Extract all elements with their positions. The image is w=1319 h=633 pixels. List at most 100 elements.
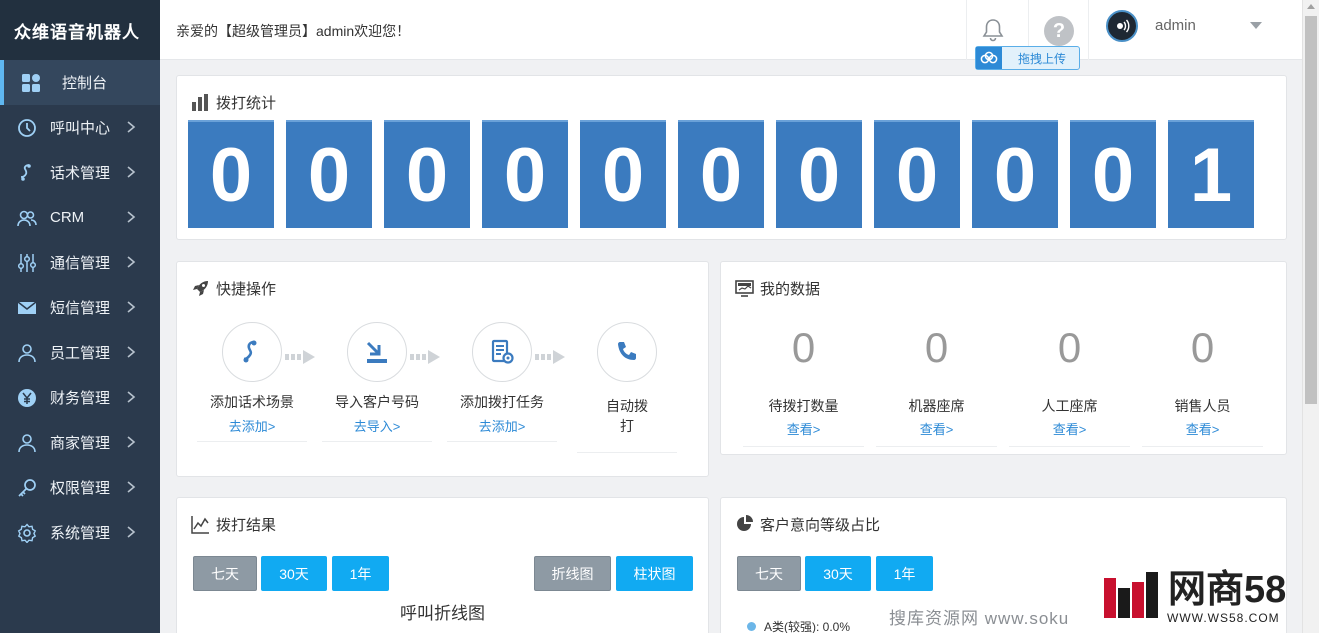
page-scrollbar[interactable] bbox=[1302, 0, 1319, 633]
chevron-right-icon bbox=[127, 166, 136, 178]
scroll-up-arrow[interactable] bbox=[1307, 4, 1315, 9]
sidebar-item-label: 系统管理 bbox=[50, 525, 111, 542]
add-script-link[interactable]: 去添加> bbox=[197, 416, 307, 435]
panel-title: 客户意向等级占比 bbox=[735, 514, 880, 535]
watermark-name: 网商58 bbox=[1168, 569, 1287, 611]
chevron-right-icon bbox=[127, 436, 136, 448]
data-label: 机器座席 bbox=[908, 398, 965, 414]
sidebar-item-communication[interactable]: 通信管理 bbox=[0, 240, 160, 285]
chevron-right-icon bbox=[127, 301, 136, 313]
upload-label: 拖拽上传 bbox=[1018, 51, 1067, 66]
data-sales-staff: 0 销售人员 查看> bbox=[1136, 324, 1269, 447]
counter-digit: 0 bbox=[776, 120, 862, 228]
range-30days-button[interactable]: 30天 bbox=[805, 556, 871, 591]
sidebar-item-system[interactable]: 系统管理 bbox=[0, 510, 160, 555]
legend-item: A类(较强): 0.0% bbox=[747, 618, 850, 633]
view-link[interactable]: 查看> bbox=[1003, 419, 1136, 438]
pie-chart-icon bbox=[737, 515, 753, 531]
line-chart-button[interactable]: 折线图 bbox=[534, 556, 611, 591]
quick-step-label: 添加拨打任务 bbox=[460, 394, 544, 410]
view-link[interactable]: 查看> bbox=[737, 419, 870, 438]
username[interactable]: admin bbox=[1155, 17, 1196, 34]
sidebar-item-merchants[interactable]: 商家管理 bbox=[0, 420, 160, 465]
drag-upload-button[interactable]: 拖拽上传 bbox=[975, 46, 1080, 70]
data-human-seats: 0 人工座席 查看> bbox=[1003, 324, 1136, 447]
monitor-icon bbox=[735, 280, 754, 297]
data-value: 0 bbox=[791, 324, 816, 371]
sidebar-item-permissions[interactable]: 权限管理 bbox=[0, 465, 160, 510]
chevron-down-icon[interactable] bbox=[1250, 22, 1262, 29]
legend-dot bbox=[747, 622, 756, 631]
quick-step-add-script[interactable]: 添加话术场景 去添加> bbox=[197, 322, 307, 442]
panel-title: 拨打统计 bbox=[191, 92, 276, 113]
range-30days-button[interactable]: 30天 bbox=[261, 556, 327, 591]
watermark-text: 搜库资源网 www.soku bbox=[889, 609, 1070, 628]
add-task-link[interactable]: 去添加> bbox=[447, 416, 557, 435]
sidebar-item-dashboard[interactable]: 控制台 bbox=[0, 60, 160, 105]
sidebar-item-sms[interactable]: 短信管理 bbox=[0, 285, 160, 330]
data-label: 销售人员 bbox=[1174, 398, 1231, 414]
quick-step-label: 导入客户号码 bbox=[335, 394, 419, 410]
bar-chart-button[interactable]: 柱状图 bbox=[616, 556, 693, 591]
view-link[interactable]: 查看> bbox=[870, 419, 1003, 438]
counter-digit: 0 bbox=[286, 120, 372, 228]
avatar[interactable] bbox=[1106, 10, 1138, 42]
counter-digit: 0 bbox=[1070, 120, 1156, 228]
counter-digit: 0 bbox=[188, 120, 274, 228]
sidebar-item-finance[interactable]: 财务管理 bbox=[0, 375, 160, 420]
chevron-right-icon bbox=[127, 346, 136, 358]
logo-blocks-icon bbox=[1104, 572, 1158, 618]
quick-step-add-task[interactable]: 添加拨打任务 去添加> bbox=[447, 322, 557, 442]
dial-results-panel: 拨打结果 七天 30天 1年 折线图 柱状图 呼叫折线图 bbox=[176, 497, 709, 633]
divider bbox=[1142, 446, 1263, 447]
legend-label: A类(较强): 0.0% bbox=[764, 620, 851, 633]
sidebar-item-label: 话术管理 bbox=[50, 165, 111, 182]
quick-title: 快捷操作 bbox=[216, 281, 277, 298]
data-value: 0 bbox=[1190, 324, 1215, 371]
data-pending-calls: 0 待拨打数量 查看> bbox=[737, 324, 870, 447]
scroll-thumb[interactable] bbox=[1305, 16, 1317, 404]
range-7days-button[interactable]: 七天 bbox=[193, 556, 257, 591]
data-value: 0 bbox=[1057, 324, 1082, 371]
sidebar-item-label: 短信管理 bbox=[50, 300, 111, 317]
dial-stats-panel: 拨打统计 0 0 0 0 0 0 0 0 0 0 1 bbox=[176, 75, 1287, 240]
data-label: 人工座席 bbox=[1041, 398, 1098, 414]
range-1year-button[interactable]: 1年 bbox=[876, 556, 933, 591]
key-icon bbox=[16, 477, 38, 499]
range-7days-button[interactable]: 七天 bbox=[737, 556, 801, 591]
voice-icon bbox=[1117, 19, 1130, 33]
quick-step-import-numbers[interactable]: 导入客户号码 去导入> bbox=[322, 322, 432, 442]
bell-icon[interactable] bbox=[982, 18, 1004, 42]
counter-digit: 0 bbox=[874, 120, 960, 228]
sidebar-item-crm[interactable]: CRM bbox=[0, 195, 160, 240]
quick-step-auto-dial[interactable]: 自动拨打 bbox=[577, 322, 677, 453]
sliders-icon bbox=[16, 252, 38, 274]
users-icon bbox=[16, 207, 38, 229]
sidebar: 众维语音机器人 控制台 呼叫中心 话术管理 CRM 通信管理 短信管理 员工管理… bbox=[0, 0, 160, 633]
chevron-right-icon bbox=[127, 526, 136, 538]
header-divider bbox=[966, 0, 967, 60]
range-1year-button[interactable]: 1年 bbox=[332, 556, 389, 591]
view-link[interactable]: 查看> bbox=[1136, 419, 1269, 438]
arrow-right-icon bbox=[410, 350, 440, 364]
intent-title: 客户意向等级占比 bbox=[760, 517, 881, 534]
sidebar-item-scripts[interactable]: 话术管理 bbox=[0, 150, 160, 195]
data-value: 0 bbox=[924, 324, 949, 371]
stats-title: 拨打统计 bbox=[216, 95, 277, 112]
counter-digit: 0 bbox=[972, 120, 1058, 228]
sidebar-item-staff[interactable]: 员工管理 bbox=[0, 330, 160, 375]
sidebar-item-call-center[interactable]: 呼叫中心 bbox=[0, 105, 160, 150]
panel-title: 拨打结果 bbox=[191, 514, 276, 535]
gear-icon bbox=[16, 522, 38, 544]
cloud-icon bbox=[976, 47, 1002, 69]
line-chart-icon bbox=[191, 516, 209, 534]
chevron-right-icon bbox=[127, 256, 136, 268]
divider bbox=[197, 441, 307, 442]
import-numbers-link[interactable]: 去导入> bbox=[322, 416, 432, 435]
help-icon[interactable]: ? bbox=[1044, 16, 1074, 46]
clock-icon bbox=[16, 117, 38, 139]
counter-digit: 0 bbox=[580, 120, 666, 228]
divider bbox=[876, 446, 997, 447]
script-icon bbox=[222, 322, 282, 382]
counter-digit: 0 bbox=[384, 120, 470, 228]
